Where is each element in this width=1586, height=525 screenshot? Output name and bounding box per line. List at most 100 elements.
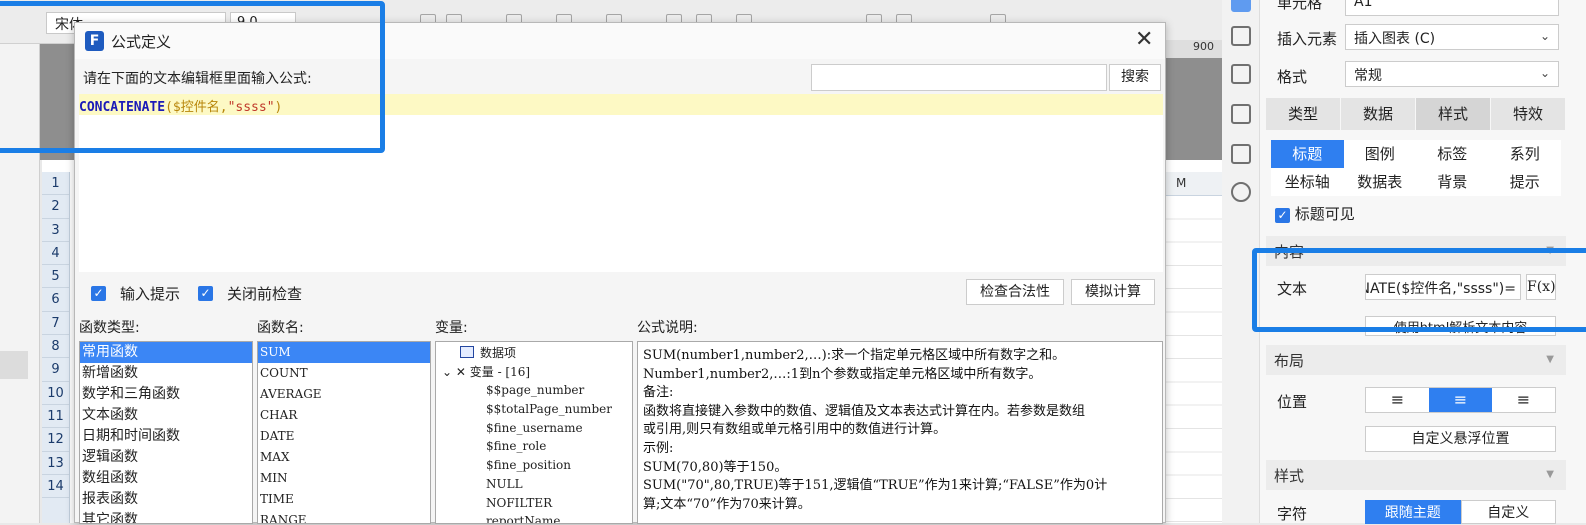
func-name-item[interactable]: RANGE bbox=[258, 510, 430, 523]
frame-icon[interactable] bbox=[1231, 64, 1251, 84]
tab-style[interactable]: 样式 bbox=[1416, 98, 1491, 130]
variable-tree-item[interactable]: NULL bbox=[436, 475, 632, 494]
tab-type[interactable]: 类型 bbox=[1266, 98, 1341, 130]
ruler: 900 bbox=[1166, 40, 1222, 58]
variable-tree-label: $fine_username bbox=[486, 420, 583, 435]
cell-property-icon[interactable] bbox=[1231, 0, 1251, 12]
row-header[interactable]: 2 bbox=[42, 195, 69, 219]
variable-tree-item[interactable]: $$totalPage_number bbox=[436, 400, 632, 419]
dashboard-icon[interactable] bbox=[1231, 104, 1251, 124]
subtab-datasheet[interactable]: 数据表 bbox=[1344, 168, 1417, 196]
variable-tree[interactable]: 数据项 ⌄ ✕ 变量 - [16] $$page_number $$totalPage… bbox=[435, 341, 633, 524]
variable-tree-item[interactable]: $$page_number bbox=[436, 381, 632, 400]
subtab-tooltip[interactable]: 提示 bbox=[1489, 168, 1562, 196]
description-line: 算;文本“70”作为70来计算。 bbox=[643, 496, 811, 512]
row-header[interactable]: 3 bbox=[42, 219, 69, 242]
subtab-legend[interactable]: 图例 bbox=[1344, 140, 1417, 168]
format-select[interactable]: 常规 ⌄ bbox=[1345, 61, 1559, 87]
style-subtabs: 标题 图例 标签 系列 坐标轴 数据表 背景 提示 bbox=[1271, 140, 1561, 196]
checkbox-checked-icon[interactable]: ✓ bbox=[1275, 208, 1290, 223]
func-name-item[interactable]: MAX bbox=[258, 447, 430, 468]
close-check-checkbox[interactable]: ✓ bbox=[198, 286, 214, 301]
row-header[interactable]: 4 bbox=[42, 242, 69, 266]
variable-tree-item[interactable]: $fine_role bbox=[436, 437, 632, 456]
close-icon[interactable]: ✕ bbox=[1135, 29, 1153, 51]
cell-field[interactable]: A1 bbox=[1345, 0, 1559, 16]
tab-effect[interactable]: 特效 bbox=[1491, 98, 1566, 130]
func-name-item[interactable]: AVERAGE bbox=[258, 384, 430, 405]
subtab-axis[interactable]: 坐标轴 bbox=[1271, 168, 1344, 196]
row-header[interactable]: 1 bbox=[42, 172, 69, 196]
variable-tree-item[interactable]: NOFILTER bbox=[436, 494, 632, 513]
func-type-item[interactable]: 常用函数 bbox=[80, 342, 252, 363]
row-header[interactable]: 8 bbox=[42, 335, 69, 359]
row-header[interactable]: 12 bbox=[42, 428, 69, 452]
func-name-list[interactable]: SUM COUNT AVERAGE CHAR DATE MAX MIN TIME RANGE bbox=[257, 341, 431, 524]
func-type-item[interactable]: 数学和三角函数 bbox=[80, 384, 252, 405]
align-left-icon[interactable]: ≡ bbox=[1366, 388, 1429, 412]
collapse-icon: ▼ bbox=[1546, 354, 1554, 365]
func-type-item[interactable]: 数组函数 bbox=[80, 468, 252, 489]
tab-data[interactable]: 数据 bbox=[1341, 98, 1416, 130]
title-visible-row[interactable]: ✓ 标题可见 bbox=[1275, 203, 1355, 224]
func-type-item[interactable]: 新增函数 bbox=[80, 363, 252, 384]
row-header[interactable]: 11 bbox=[42, 405, 69, 429]
variable-tree-item[interactable]: ⌄ ✕ 变量 - [16] bbox=[436, 363, 632, 382]
func-type-item[interactable]: 日期和时间函数 bbox=[80, 426, 252, 447]
cell-value: A1 bbox=[1354, 0, 1373, 10]
layout-section-header[interactable]: 布局 ▼ bbox=[1266, 345, 1566, 375]
func-type-list[interactable]: 常用函数 新增函数 数学和三角函数 文本函数 日期和时间函数 逻辑函数 数组函数 报表函数 其它… bbox=[79, 341, 253, 524]
row-header[interactable]: 14 bbox=[42, 475, 69, 499]
data-item-icon bbox=[460, 346, 474, 358]
formula-description: SUM(number1,number2,…):求一个指定单元格区域中所有数字之和… bbox=[637, 341, 1163, 524]
subtab-title[interactable]: 标题 bbox=[1271, 140, 1344, 168]
func-type-item[interactable]: 其它函数 bbox=[80, 510, 252, 523]
simulate-button[interactable]: 模拟计算 bbox=[1071, 279, 1155, 305]
variable-tree-item[interactable]: $fine_username bbox=[436, 419, 632, 438]
description-line: SUM(70,80)等于150。 bbox=[643, 459, 788, 475]
link-icon[interactable] bbox=[1231, 182, 1251, 202]
variable-tree-label: $fine_position bbox=[486, 458, 571, 473]
left-pane-selected bbox=[0, 351, 28, 379]
func-type-item[interactable]: 报表函数 bbox=[80, 489, 252, 510]
search-input[interactable] bbox=[811, 64, 1107, 91]
variable-tree-item[interactable]: $fine_position bbox=[436, 456, 632, 475]
custom-float-position-button[interactable]: 自定义悬浮位置 bbox=[1365, 426, 1556, 452]
func-type-item[interactable]: 文本函数 bbox=[80, 405, 252, 426]
row-header[interactable]: 6 bbox=[42, 288, 69, 312]
func-name-item[interactable]: SUM bbox=[258, 342, 430, 363]
column-header-m[interactable]: M bbox=[1166, 172, 1222, 196]
list-icon[interactable] bbox=[1231, 144, 1251, 164]
func-name-item[interactable]: CHAR bbox=[258, 405, 430, 426]
row-header[interactable]: 13 bbox=[42, 452, 69, 475]
func-type-item[interactable]: 逻辑函数 bbox=[80, 447, 252, 468]
check-validity-button[interactable]: 检查合法性 bbox=[966, 279, 1064, 305]
insert-element-select[interactable]: 插入图表 (C) ⌄ bbox=[1345, 24, 1559, 50]
input-hint-checkbox[interactable]: ✓ bbox=[91, 286, 106, 301]
subtab-background[interactable]: 背景 bbox=[1416, 168, 1489, 196]
style-section-header[interactable]: 样式 ▼ bbox=[1266, 460, 1566, 490]
row-header[interactable]: 5 bbox=[42, 265, 69, 289]
custom-font-button[interactable]: 自定义 bbox=[1460, 500, 1556, 524]
func-name-item[interactable]: DATE bbox=[258, 426, 430, 447]
row-header[interactable]: 10 bbox=[42, 382, 69, 405]
variable-tree-label: $$page_number bbox=[486, 383, 585, 398]
func-name-item[interactable]: TIME bbox=[258, 489, 430, 510]
format-value: 常规 bbox=[1354, 68, 1382, 84]
row-header[interactable]: 7 bbox=[42, 312, 69, 336]
subtab-label[interactable]: 标签 bbox=[1416, 140, 1489, 168]
chevron-down-icon: ⌄ bbox=[1539, 66, 1550, 80]
align-center-icon[interactable]: ≡ bbox=[1429, 388, 1492, 412]
variable-tree-item[interactable]: 数据项 bbox=[436, 344, 632, 363]
widget-settings-icon[interactable] bbox=[1231, 26, 1251, 46]
search-button[interactable]: 搜索 bbox=[1109, 64, 1161, 91]
row-header[interactable]: 9 bbox=[42, 358, 69, 382]
follow-theme-button[interactable]: 跟随主题 bbox=[1365, 500, 1461, 524]
func-name-item[interactable]: COUNT bbox=[258, 363, 430, 384]
tree-toggle-icon[interactable]: ⌄ ✕ bbox=[442, 365, 470, 379]
func-name-item[interactable]: MIN bbox=[258, 468, 430, 489]
align-right-icon[interactable]: ≡ bbox=[1492, 388, 1555, 412]
variable-tree-item[interactable]: reportName bbox=[436, 512, 632, 523]
font-label: 字符 bbox=[1277, 505, 1308, 523]
subtab-series[interactable]: 系列 bbox=[1489, 140, 1562, 168]
